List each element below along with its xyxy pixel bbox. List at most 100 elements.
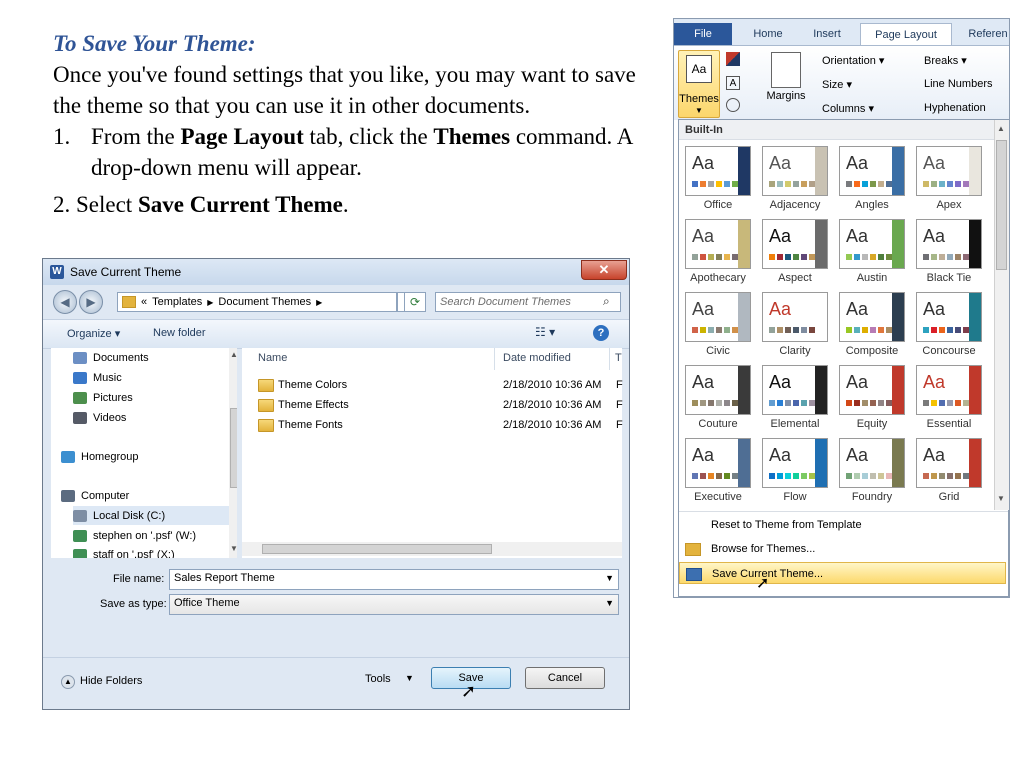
themes-button[interactable]: Aa Themes ▼ [678, 50, 720, 118]
theme-thumbnail[interactable]: Aa Executive [685, 438, 755, 506]
tab-home[interactable]: Home [744, 23, 792, 45]
step-1-themes: Themes [433, 124, 511, 149]
save-as-type-select[interactable]: Office Theme ▼ [169, 594, 619, 615]
hyphenation-button[interactable]: Hyphenation [924, 102, 986, 114]
chevron-up-icon[interactable]: ▲ [61, 675, 75, 689]
nav-item-icon [73, 351, 87, 364]
forward-arrow-icon[interactable]: ▶ [79, 290, 103, 314]
theme-name: Couture [698, 418, 738, 430]
tools-button[interactable]: Tools [365, 673, 391, 685]
nav-item-label: stephen on '.psf' (W:) [93, 529, 197, 542]
theme-thumbnail[interactable]: Aa Grid [916, 438, 986, 506]
browse-themes-command[interactable]: Browse for Themes... [679, 538, 1006, 560]
address-bar[interactable]: « Templates ▶ Document Themes ▶ [117, 292, 397, 312]
nav-item[interactable]: staff on '.psf' (X:) [73, 545, 237, 558]
menu-scrollbar[interactable]: ▲ ▼ [994, 120, 1009, 510]
file-row[interactable]: Theme Fonts 2/18/2010 10:36 AM F [254, 416, 623, 435]
theme-effects-icon[interactable] [726, 98, 740, 112]
size-button[interactable]: Size ▾ [822, 78, 852, 91]
line-numbers-button[interactable]: Line Numbers [924, 78, 992, 90]
theme-thumbnail[interactable]: Aa Clarity [762, 292, 832, 360]
theme-thumbnail[interactable]: Aa Aspect [762, 219, 832, 287]
column-name[interactable]: Name [258, 352, 287, 364]
help-icon[interactable]: ? [593, 325, 609, 341]
themes-dropdown-menu: Built-In Aa Office Aa Adjacency Aa Angles Aa Ap… [678, 119, 1009, 597]
step-2-save-current-theme: Save Current Theme [137, 192, 343, 217]
orientation-button[interactable]: Orientation ▾ [822, 54, 884, 67]
theme-thumbnail[interactable]: Aa Composite [839, 292, 909, 360]
reset-theme-command[interactable]: Reset to Theme from Template [679, 514, 1006, 536]
margins-button[interactable]: Margins [756, 50, 816, 116]
theme-preview-text: Aa [923, 445, 946, 465]
column-type[interactable]: T [615, 352, 622, 364]
nav-scrollbar[interactable]: ▲ ▼ [229, 348, 237, 558]
nav-item[interactable]: stephen on '.psf' (W:) [73, 526, 237, 545]
theme-colors-icon[interactable] [726, 52, 740, 66]
nav-item-icon [73, 509, 87, 522]
dialog-titlebar[interactable]: W Save Current Theme ✕ [43, 259, 629, 285]
theme-thumbnail[interactable]: Aa Equity [839, 365, 909, 433]
theme-thumbnail[interactable]: Aa Elemental [762, 365, 832, 433]
theme-name: Concourse [922, 345, 976, 357]
theme-thumbnail[interactable]: Aa Black Tie [916, 219, 986, 287]
theme-thumbnail[interactable]: Aa Flow [762, 438, 832, 506]
theme-thumbnail[interactable]: Aa Foundry [839, 438, 909, 506]
theme-fonts-icon[interactable]: A [726, 76, 740, 90]
new-folder-button[interactable]: New folder [153, 327, 206, 339]
horizontal-scrollbar[interactable] [242, 542, 622, 556]
breadcrumb-templates[interactable]: Templates [152, 296, 202, 308]
save-current-theme-command[interactable]: Save Current Theme... ➚ [679, 562, 1006, 592]
file-name-input[interactable]: Sales Report Theme ▼ [169, 569, 619, 590]
theme-thumbnail[interactable]: Aa Apothecary [685, 219, 755, 287]
theme-preview: Aa [762, 365, 828, 415]
file-row[interactable]: Theme Effects 2/18/2010 10:36 AM F [254, 396, 623, 415]
theme-accent-stripe [815, 147, 827, 195]
theme-name: Equity [856, 418, 888, 430]
tools-dropdown-icon[interactable]: ▼ [405, 673, 414, 683]
close-button[interactable]: ✕ [581, 260, 627, 280]
search-input[interactable]: Search Document Themes [435, 292, 621, 312]
hide-folders-button[interactable]: Hide Folders [80, 675, 142, 687]
theme-thumbnail[interactable]: Aa Couture [685, 365, 755, 433]
back-arrow-icon[interactable]: ◀ [53, 290, 77, 314]
nav-item[interactable]: Computer [61, 486, 231, 505]
column-date-modified[interactable]: Date modified [503, 352, 571, 364]
theme-preview: Aa [839, 365, 905, 415]
theme-thumbnail[interactable]: Aa Civic [685, 292, 755, 360]
theme-thumbnail[interactable]: Aa Angles [839, 146, 909, 214]
nav-item[interactable]: Local Disk (C:) [73, 506, 231, 525]
nav-item[interactable]: Documents [73, 348, 237, 367]
theme-thumbnail[interactable]: Aa Apex [916, 146, 986, 214]
organize-button[interactable]: Organize ▾ [67, 327, 120, 340]
nav-item[interactable]: Videos [73, 408, 237, 427]
tab-file[interactable]: File [674, 23, 732, 45]
file-date: 2/18/2010 10:36 AM [503, 379, 602, 391]
theme-thumbnail[interactable]: Aa Concourse [916, 292, 986, 360]
breadcrumb-document-themes[interactable]: Document Themes [218, 296, 311, 308]
theme-thumbnail[interactable]: Aa Office [685, 146, 755, 214]
refresh-icon[interactable]: ⟳ [404, 292, 426, 312]
breaks-button[interactable]: Breaks ▾ [924, 54, 967, 67]
save-form: File name: Sales Report Theme ▼ Save as t… [43, 561, 629, 711]
theme-preview: Aa [685, 438, 751, 488]
theme-name: Apex [936, 199, 962, 211]
search-icon[interactable]: ⌕ [603, 294, 610, 309]
nav-item-label: Computer [81, 489, 130, 502]
theme-name: Adjacency [769, 199, 821, 211]
save-as-type-label: Save as type: [100, 598, 167, 610]
tab-page-layout[interactable]: Page Layout [860, 23, 952, 45]
columns-button[interactable]: Columns ▾ [822, 102, 874, 115]
theme-thumbnail[interactable]: Aa Essential [916, 365, 986, 433]
theme-thumbnail[interactable]: Aa Adjacency [762, 146, 832, 214]
step-1: 1. From the Page Layout tab, click the T… [53, 121, 643, 183]
theme-thumbnail[interactable]: Aa Austin [839, 219, 909, 287]
tab-insert[interactable]: Insert [802, 23, 852, 45]
nav-item[interactable]: Homegroup [61, 447, 231, 466]
file-row[interactable]: Theme Colors 2/18/2010 10:36 AM F [254, 376, 623, 395]
tab-references[interactable]: Referen [960, 23, 1009, 45]
view-options-icon[interactable]: ☷ ▾ [535, 325, 555, 339]
file-type: F [616, 399, 623, 411]
cancel-button[interactable]: Cancel [525, 667, 605, 689]
nav-item[interactable]: Pictures [73, 388, 237, 407]
nav-item[interactable]: Music [73, 368, 237, 387]
